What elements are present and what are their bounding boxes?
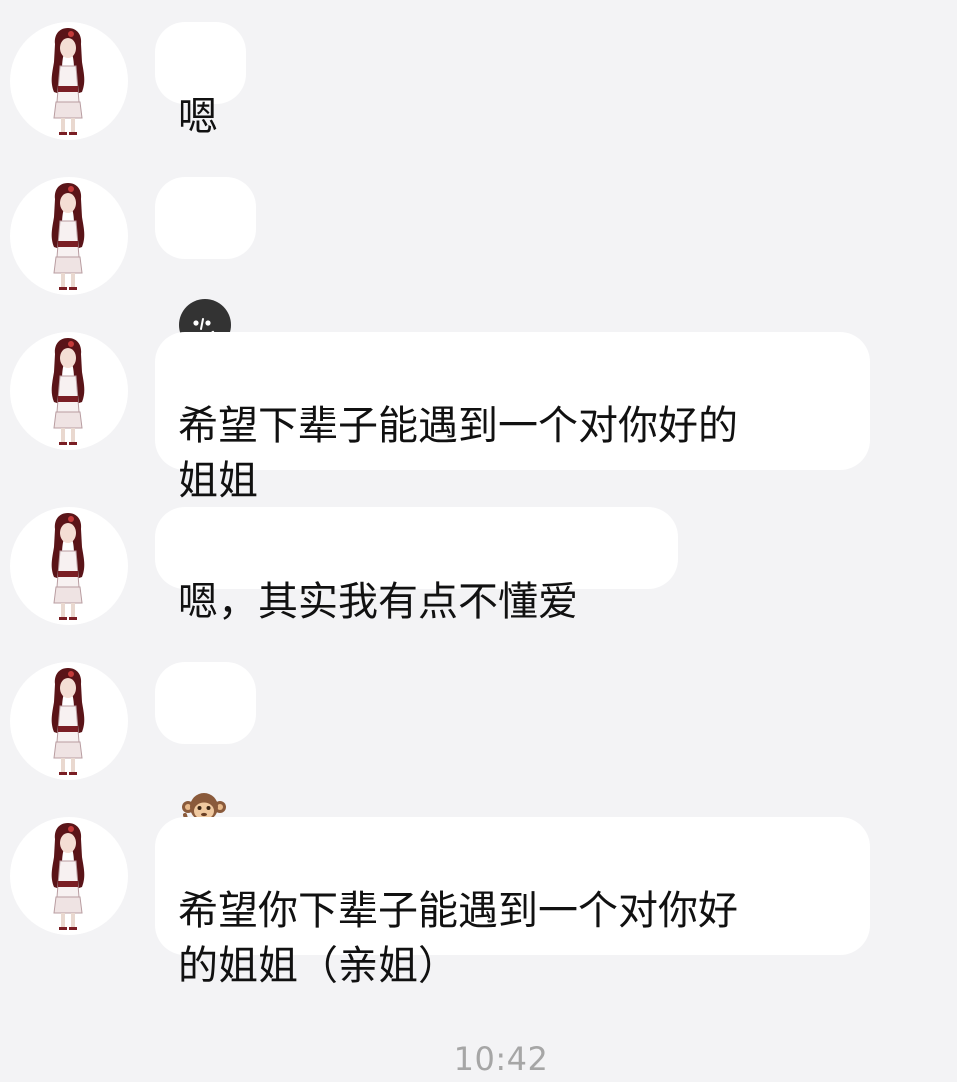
avatar[interactable] bbox=[10, 22, 128, 140]
avatar[interactable] bbox=[10, 507, 128, 625]
dark-smirk-face-icon bbox=[258, 452, 312, 560]
avatar[interactable] bbox=[10, 662, 128, 780]
avatar[interactable] bbox=[10, 332, 128, 450]
monkey-icon bbox=[178, 733, 230, 840]
avatar[interactable] bbox=[10, 177, 128, 295]
message-text: 希望你下辈子能遇到一个对你好 的姐姐（亲姐） bbox=[178, 888, 738, 989]
message-bubble[interactable]: 希望下辈子能遇到一个对你好的 姐姐 bbox=[155, 332, 870, 560]
message-bubble[interactable] bbox=[155, 662, 256, 840]
message-bubble[interactable]: 嗯，其实我有点不懂爱 bbox=[155, 507, 678, 625]
timestamp: 10:42 bbox=[453, 1040, 549, 1078]
dark-smirk-face-icon bbox=[178, 243, 232, 351]
chat-area: 嗯 希望下辈子能遇到一个对你好的 姐姐 嗯，其实我有点不懂爱 希望你下辈子能遇到… bbox=[0, 0, 957, 1082]
message-bubble[interactable]: 希望你下辈子能遇到一个对你好 的姐姐（亲姐） bbox=[155, 817, 870, 989]
message-bubble[interactable] bbox=[155, 177, 256, 351]
avatar[interactable] bbox=[10, 817, 128, 935]
message-bubble[interactable]: 嗯 bbox=[155, 22, 246, 140]
message-text: 嗯，其实我有点不懂爱 bbox=[178, 579, 578, 625]
message-text: 嗯 bbox=[178, 94, 218, 140]
